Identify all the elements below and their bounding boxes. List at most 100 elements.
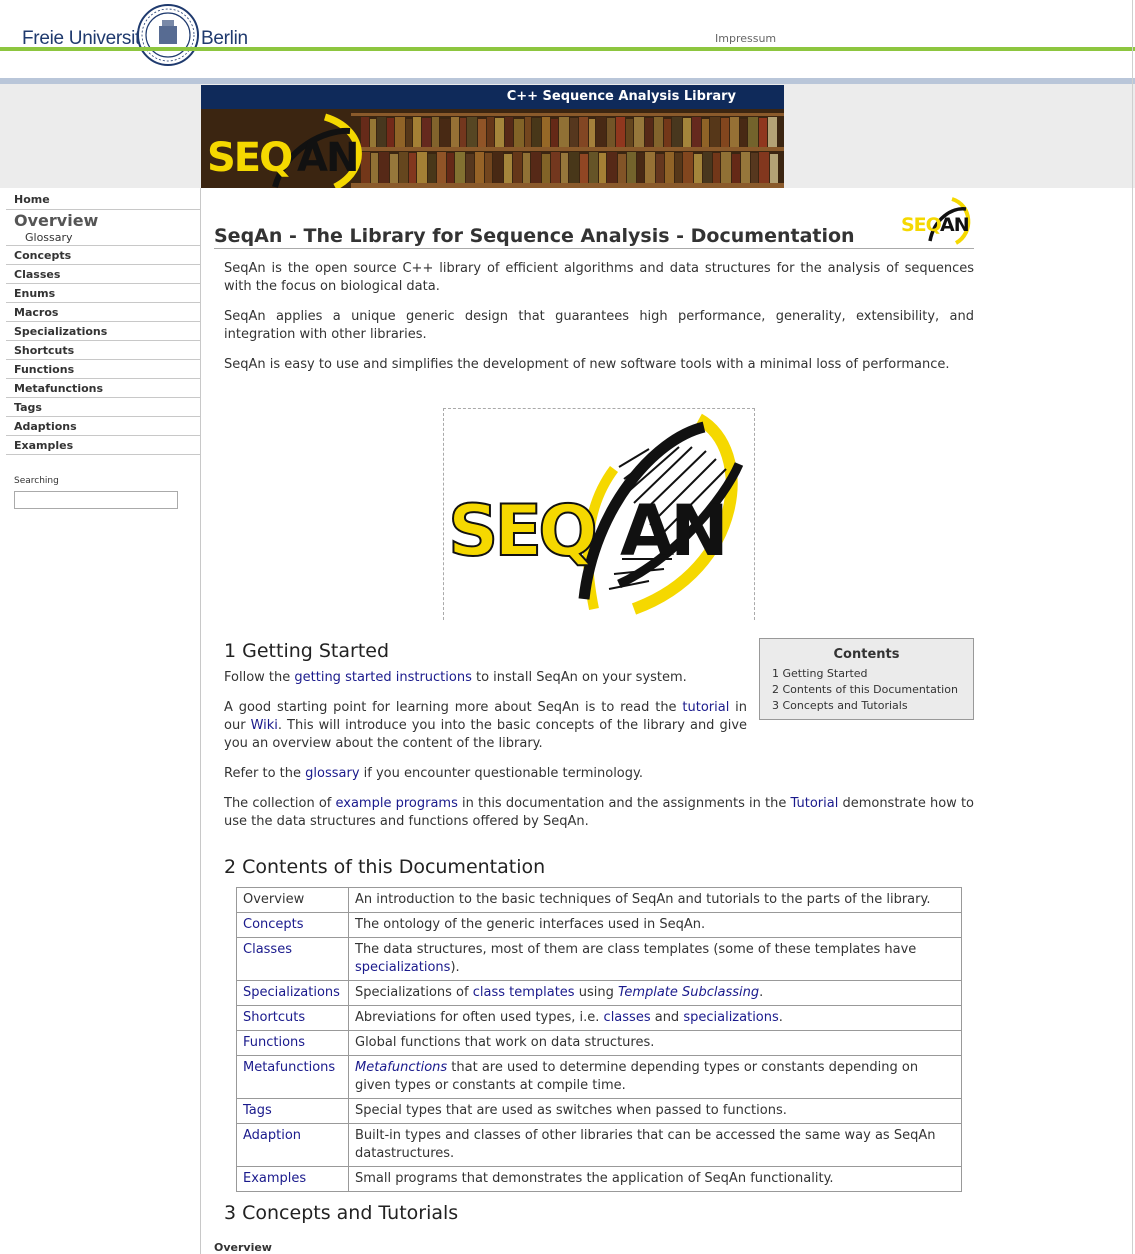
svg-text:SEQ: SEQ <box>448 490 594 572</box>
sidebar-item-metafunctions[interactable]: Metafunctions <box>6 379 200 398</box>
text: Abreviations for often used types, i.e. <box>355 1010 604 1025</box>
row-desc: The data structures, most of them are cl… <box>348 937 962 981</box>
sidebar-item-specializations[interactable]: Specializations <box>6 322 200 341</box>
search-label: Searching <box>14 476 59 486</box>
concepts-link[interactable]: Concepts <box>243 917 304 932</box>
table-row: Classes The data structures, most of the… <box>236 937 962 981</box>
tutorial-link[interactable]: tutorial <box>682 700 729 715</box>
specializations-link[interactable]: specializations <box>355 960 450 975</box>
toc-item[interactable]: 1 Getting Started <box>760 666 973 682</box>
examples-link[interactable]: Examples <box>243 1171 306 1186</box>
text: . <box>759 985 764 1000</box>
svg-text:AN: AN <box>940 214 969 236</box>
toc-title: Contents <box>833 647 900 662</box>
section-getting-started-heading: 1 Getting Started <box>224 640 390 662</box>
tutorial-link-2[interactable]: Tutorial <box>791 796 839 811</box>
text: . <box>778 1010 783 1025</box>
text: . This will introduce you into the basic… <box>224 718 748 751</box>
shortcuts-link[interactable]: Shortcuts <box>243 1010 305 1025</box>
fu-seal-icon[interactable] <box>137 4 199 66</box>
table-row: Concepts The ontology of the generic int… <box>236 912 962 938</box>
sidebar-item-glossary[interactable]: Glossary <box>6 231 200 246</box>
banner-title: C++ Sequence Analysis Library <box>201 85 784 109</box>
text: Follow the <box>224 670 295 685</box>
row-desc: Built-in types and classes of other libr… <box>348 1123 962 1167</box>
example-programs-link[interactable]: example programs <box>336 796 458 811</box>
sidebar-item-functions[interactable]: Functions <box>6 360 200 379</box>
section-contents-heading: 2 Contents of this Documentation <box>224 856 546 878</box>
sidebar-item-overview[interactable]: Overview <box>6 210 200 231</box>
site-header: Freie Universität Berlin Impressum <box>0 0 1135 86</box>
seqan-logo-figure: SEQ AN <box>443 408 755 620</box>
row-desc: Special types that are used as switches … <box>348 1098 962 1124</box>
banner-image: SEQ AN <box>201 109 784 188</box>
sidebar-item-home[interactable]: Home <box>6 188 200 210</box>
specializations-inline-link[interactable]: specializations <box>683 1010 778 1025</box>
text: A good starting point for learning more … <box>224 700 683 715</box>
text: The data structures, most of them are cl… <box>355 942 917 957</box>
sidebar-item-adaptions[interactable]: Adaptions <box>6 417 200 436</box>
table-row: Shortcuts Abreviations for often used ty… <box>236 1005 962 1031</box>
table-row: Metafunctions Metafunctions that are use… <box>236 1055 962 1099</box>
page-title: SeqAn - The Library for Sequence Analysi… <box>214 225 855 247</box>
sidebar-item-examples[interactable]: Examples <box>6 436 200 455</box>
functions-link[interactable]: Functions <box>243 1035 305 1050</box>
sidebar-item-shortcuts[interactable]: Shortcuts <box>6 341 200 360</box>
adaption-link[interactable]: Adaption <box>243 1128 301 1143</box>
svg-text:AN: AN <box>620 490 725 572</box>
sidebar-item-macros[interactable]: Macros <box>6 303 200 322</box>
metafunctions-inline-link[interactable]: Metafunctions <box>355 1060 447 1075</box>
search-input[interactable] <box>14 491 178 509</box>
sidebar-item-concepts[interactable]: Concepts <box>6 246 200 265</box>
text: Template Subclassing <box>617 985 760 1000</box>
sidebar-nav: Home Overview Glossary Concepts Classes … <box>6 188 200 455</box>
sidebar-item-classes[interactable]: Classes <box>6 265 200 284</box>
window-right-border <box>1132 0 1133 1254</box>
section-concepts-tutorials-heading: 3 Concepts and Tutorials <box>224 1202 459 1224</box>
row-desc: Abreviations for often used types, i.e. … <box>348 1005 962 1031</box>
header-green-divider <box>0 47 1135 51</box>
row-desc: Global functions that work on data struc… <box>348 1030 962 1056</box>
specializations-row-link[interactable]: Specializations <box>243 985 340 1000</box>
text: if you encounter questionable terminolog… <box>359 766 643 781</box>
row-desc: Specializations of class templates using… <box>348 980 962 1006</box>
title-rule <box>214 248 974 249</box>
contents-table: Overview An introduction to the basic te… <box>236 887 962 1192</box>
row-key: Overview <box>236 887 349 913</box>
text: in this documentation and the assignment… <box>457 796 791 811</box>
svg-text:AN: AN <box>297 135 357 181</box>
text: Refer to the <box>224 766 306 781</box>
seqan-small-logo-icon: SEQ AN <box>901 197 971 245</box>
toc-item[interactable]: 3 Concepts and Tutorials <box>760 698 973 714</box>
template-subclassing-link[interactable]: Template Subclassing <box>618 985 759 1000</box>
tags-link[interactable]: Tags <box>243 1103 272 1118</box>
getting-started-paragraph-4: The collection of example programs in th… <box>224 795 974 831</box>
table-row: Examples Small programs that demonstrate… <box>236 1166 962 1192</box>
text: Metafunctions <box>355 1060 448 1075</box>
row-desc: Small programs that demonstrates the app… <box>348 1166 962 1192</box>
glossary-link[interactable]: glossary <box>305 766 359 781</box>
getting-started-link[interactable]: getting started instructions <box>294 670 471 685</box>
impressum-link[interactable]: Impressum <box>715 32 776 45</box>
classes-link[interactable]: Classes <box>243 942 292 957</box>
table-row: Functions Global functions that work on … <box>236 1030 962 1056</box>
classes-inline-link[interactable]: classes <box>604 1010 651 1025</box>
wiki-link[interactable]: Wiki <box>251 718 278 733</box>
bookshelf-graphic: SEQ AN <box>201 109 784 188</box>
text: and <box>650 1010 684 1025</box>
text: ). <box>450 960 460 975</box>
intro-paragraph-1: SeqAn is the open source C++ library of … <box>224 261 974 294</box>
sidebar-item-tags[interactable]: Tags <box>6 398 200 417</box>
table-of-contents: Contents 1 Getting Started 2 Contents of… <box>759 638 974 720</box>
class-templates-link[interactable]: class templates <box>473 985 575 1000</box>
getting-started-paragraph-1: Follow the getting started instructions … <box>224 669 747 687</box>
metafunctions-link[interactable]: Metafunctions <box>243 1060 335 1075</box>
table-row: Adaption Built-in types and classes of o… <box>236 1123 962 1167</box>
text: The collection of <box>224 796 336 811</box>
toc-item[interactable]: 2 Contents of this Documentation <box>760 682 973 698</box>
sidebar-item-enums[interactable]: Enums <box>6 284 200 303</box>
row-desc: The ontology of the generic interfaces u… <box>348 912 962 938</box>
row-desc: An introduction to the basic techniques … <box>348 887 962 913</box>
row-desc: Metafunctions that are used to determine… <box>348 1055 962 1099</box>
intro-paragraph-3: SeqAn is easy to use and simplifies the … <box>224 357 950 372</box>
